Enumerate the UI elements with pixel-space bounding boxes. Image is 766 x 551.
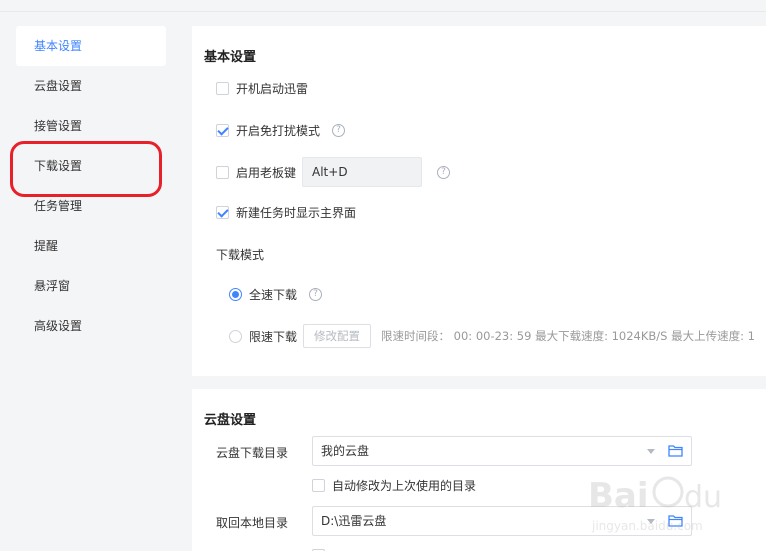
showmain-checkbox[interactable]: [216, 205, 229, 219]
help-icon[interactable]: ?: [332, 123, 346, 137]
cloud-dl-dir-value: 我的云盘: [321, 444, 370, 458]
fullspeed-label: 全速下载: [249, 287, 298, 302]
folder-icon[interactable]: [668, 444, 683, 457]
local-dir-value: D:\迅雷云盘: [321, 514, 387, 528]
auto-change-option[interactable]: 自动修改为上次使用的目录: [312, 475, 476, 495]
help-icon[interactable]: ?: [309, 287, 323, 301]
sidebar-item-advanced[interactable]: 高级设置: [16, 306, 166, 346]
startup-option[interactable]: 开机启动迅雷: [216, 78, 308, 98]
limit-label: 限速下载: [249, 329, 298, 344]
sidebar-item-basic[interactable]: 基本设置: [16, 26, 166, 66]
auto-change-label: 自动修改为上次使用的目录: [332, 478, 477, 493]
section-title-cloud: 云盘设置: [204, 413, 257, 428]
limit-option[interactable]: 限速下载 修改配置 限速时间段： 00: 00-23: 59 最大下载速度: 1…: [229, 324, 755, 348]
section-title-basic: 基本设置: [204, 50, 257, 65]
bosskey-option[interactable]: 启用老板键 Alt+D ?: [216, 157, 451, 187]
bosskey-checkbox[interactable]: [216, 165, 229, 179]
bosskey-input[interactable]: Alt+D: [302, 157, 423, 187]
fullspeed-option[interactable]: 全速下载 ?: [229, 284, 323, 304]
nodisturb-label: 开启免打扰模式: [236, 123, 321, 138]
showmain-label: 新建任务时显示主界面: [236, 205, 357, 220]
sidebar-item-tasks[interactable]: 任务管理: [16, 186, 166, 226]
help-icon[interactable]: ?: [437, 165, 451, 179]
settings-sidebar: 基本设置 云盘设置 接管设置 下载设置 任务管理 提醒 悬浮窗 高级设置: [0, 12, 180, 551]
limit-radio[interactable]: [229, 329, 242, 343]
bosskey-label: 启用老板键: [236, 165, 297, 180]
download-mode-label: 下载模式: [216, 247, 265, 262]
basic-settings-panel: 基本设置 开机启动迅雷 开启免打扰模式 ? 启用老板键 Alt+D ? 新建任务…: [192, 26, 766, 376]
startup-label: 开机启动迅雷: [236, 81, 309, 96]
cloud-dl-dir-label: 云盘下载目录: [216, 446, 289, 460]
cloud-settings-panel: 云盘设置 云盘下载目录 我的云盘 自动修改为上次使用的目录 取回本地目录 D:\…: [192, 389, 766, 551]
sidebar-item-download[interactable]: 下载设置: [16, 146, 166, 186]
sidebar-item-reminder[interactable]: 提醒: [16, 226, 166, 266]
nodisturb-checkbox[interactable]: [216, 123, 229, 137]
sidebar-item-cloud[interactable]: 云盘设置: [16, 66, 166, 106]
showmain-option[interactable]: 新建任务时显示主界面: [216, 202, 356, 222]
modify-config-button[interactable]: 修改配置: [303, 324, 372, 348]
limit-info-text: 限速时间段： 00: 00-23: 59 最大下载速度: 1024KB/S 最大…: [381, 329, 755, 343]
sidebar-item-takeover[interactable]: 接管设置: [16, 106, 166, 146]
fullspeed-radio[interactable]: [229, 287, 242, 301]
nodisturb-option[interactable]: 开启免打扰模式 ?: [216, 120, 346, 140]
startup-checkbox[interactable]: [216, 81, 229, 95]
sidebar-item-float-window[interactable]: 悬浮窗: [16, 266, 166, 306]
cloud-dl-dir-select[interactable]: 我的云盘: [312, 436, 692, 466]
top-divider: [0, 0, 766, 12]
chevron-down-icon[interactable]: [647, 519, 655, 524]
auto-change-checkbox[interactable]: [312, 478, 325, 492]
folder-icon[interactable]: [668, 514, 683, 527]
local-dir-label: 取回本地目录: [216, 516, 289, 530]
next-option-partial[interactable]: [312, 545, 332, 551]
chevron-down-icon[interactable]: [647, 449, 655, 454]
local-dir-select[interactable]: D:\迅雷云盘: [312, 506, 692, 536]
